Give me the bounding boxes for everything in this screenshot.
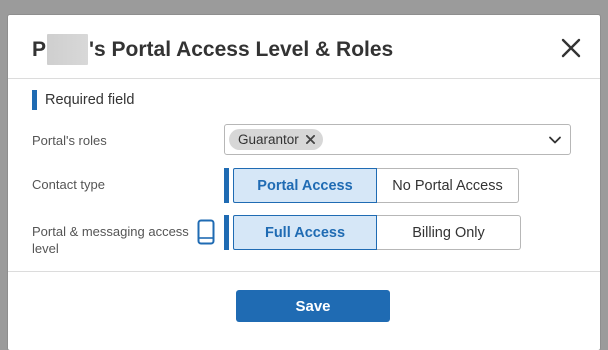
footer-divider (8, 271, 600, 272)
contact-type-toggle: Portal Access No Portal Access (224, 168, 519, 203)
access-level-label-line2: level (32, 241, 59, 256)
access-level-full-access[interactable]: Full Access (233, 215, 377, 250)
portal-access-dialog: P 's Portal Access Level & Roles Require… (8, 15, 600, 350)
dialog-title: P 's Portal Access Level & Roles (32, 34, 393, 65)
required-marker (32, 90, 37, 110)
save-button[interactable]: Save (236, 290, 390, 322)
required-marker (224, 215, 229, 250)
close-icon (305, 135, 315, 144)
access-level-label: Portal & messaging access level (32, 223, 189, 257)
close-icon (561, 38, 581, 58)
contact-type-portal-access[interactable]: Portal Access (233, 168, 377, 203)
role-chip-guarantor: Guarantor (229, 129, 323, 150)
required-field-label: Required field (45, 92, 135, 108)
contact-type-no-portal-access[interactable]: No Portal Access (377, 168, 519, 203)
chip-remove-button[interactable] (305, 134, 316, 145)
title-prefix: P (32, 37, 47, 61)
chevron-down-icon (549, 136, 561, 144)
close-button[interactable] (558, 35, 584, 61)
required-marker (224, 168, 229, 203)
dialog-header: P 's Portal Access Level & Roles (8, 15, 600, 79)
contact-type-label: Contact type (32, 177, 105, 192)
redacted-name (47, 34, 89, 65)
access-level-label-line1: Portal & messaging access (32, 224, 189, 239)
access-level-toggle: Full Access Billing Only (224, 215, 521, 250)
title-suffix: 's Portal Access Level & Roles (89, 37, 394, 61)
mobile-device-icon (197, 219, 215, 245)
portal-roles-select[interactable]: Guarantor (224, 124, 571, 155)
required-field-legend: Required field (32, 90, 134, 110)
dropdown-toggle[interactable] (548, 133, 562, 147)
chip-label: Guarantor (238, 132, 299, 147)
access-level-billing-only[interactable]: Billing Only (377, 215, 521, 250)
portal-roles-label: Portal's roles (32, 133, 107, 148)
